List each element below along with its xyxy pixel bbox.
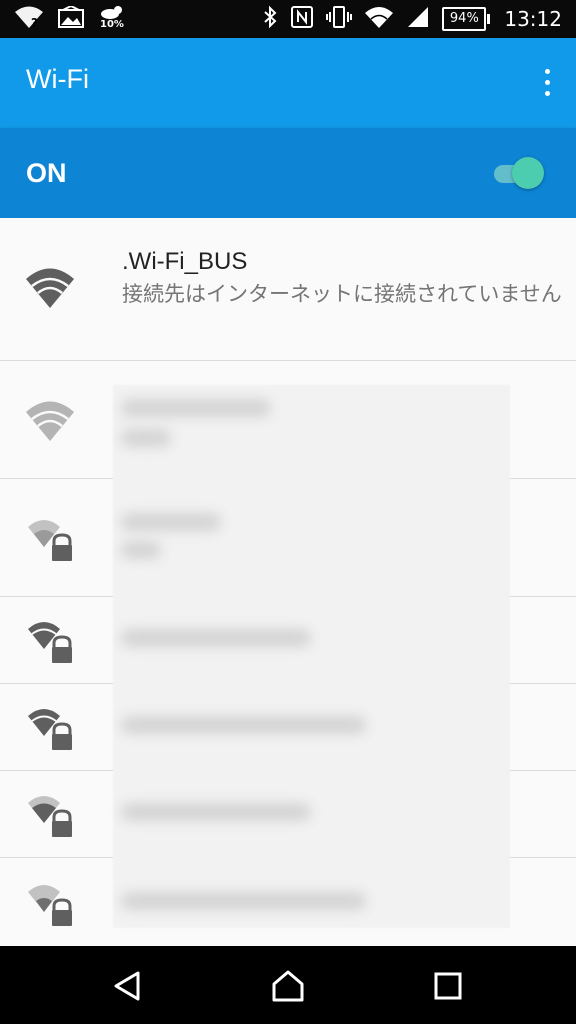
wifi-lock-icon [24, 617, 76, 665]
battery-icon: 94% [442, 7, 491, 31]
wifi-master-switch-bar[interactable]: ON [0, 128, 576, 218]
wifi-lock-icon [24, 515, 76, 563]
weather-percent: 10% [100, 19, 124, 30]
network-status: 接続先はインターネットに接続されていません [122, 282, 562, 306]
wifi-signal-icon [364, 5, 394, 33]
wifi-lock-icon [24, 704, 76, 752]
wifi-open-icon [24, 399, 76, 447]
wifi-toggle[interactable] [490, 156, 546, 190]
page-title: Wi-Fi [26, 64, 89, 94]
home-icon[interactable] [270, 968, 306, 1004]
status-bar: ? 10% 94% 13:12 [0, 0, 576, 38]
navigation-bar [0, 946, 576, 1024]
nfc-icon [290, 5, 314, 33]
recents-icon[interactable] [430, 968, 466, 1004]
network-ssid: .Wi-Fi_BUS [122, 248, 248, 275]
back-icon[interactable] [110, 968, 146, 1004]
toggle-thumb [512, 157, 544, 189]
weather-icon: 10% [98, 4, 128, 34]
cell-signal-icon [406, 5, 430, 33]
wifi-unknown-icon: ? [14, 5, 44, 33]
more-vert-icon[interactable] [540, 66, 554, 100]
wifi-lock-icon [24, 880, 76, 928]
vibrate-icon [326, 5, 353, 33]
clock: 13:12 [504, 7, 562, 31]
network-row-connected[interactable]: .Wi-Fi_BUS 接続先はインターネットに接続されていません [0, 218, 576, 361]
bluetooth-icon [262, 5, 278, 33]
wifi-full-icon [24, 266, 76, 314]
wifi-lock-icon [24, 791, 76, 839]
redacted-network-names [113, 385, 510, 928]
switch-label: ON [26, 158, 67, 188]
app-bar: Wi-Fi [0, 38, 576, 128]
svg-text:?: ? [31, 16, 38, 29]
gallery-icon [58, 4, 84, 32]
